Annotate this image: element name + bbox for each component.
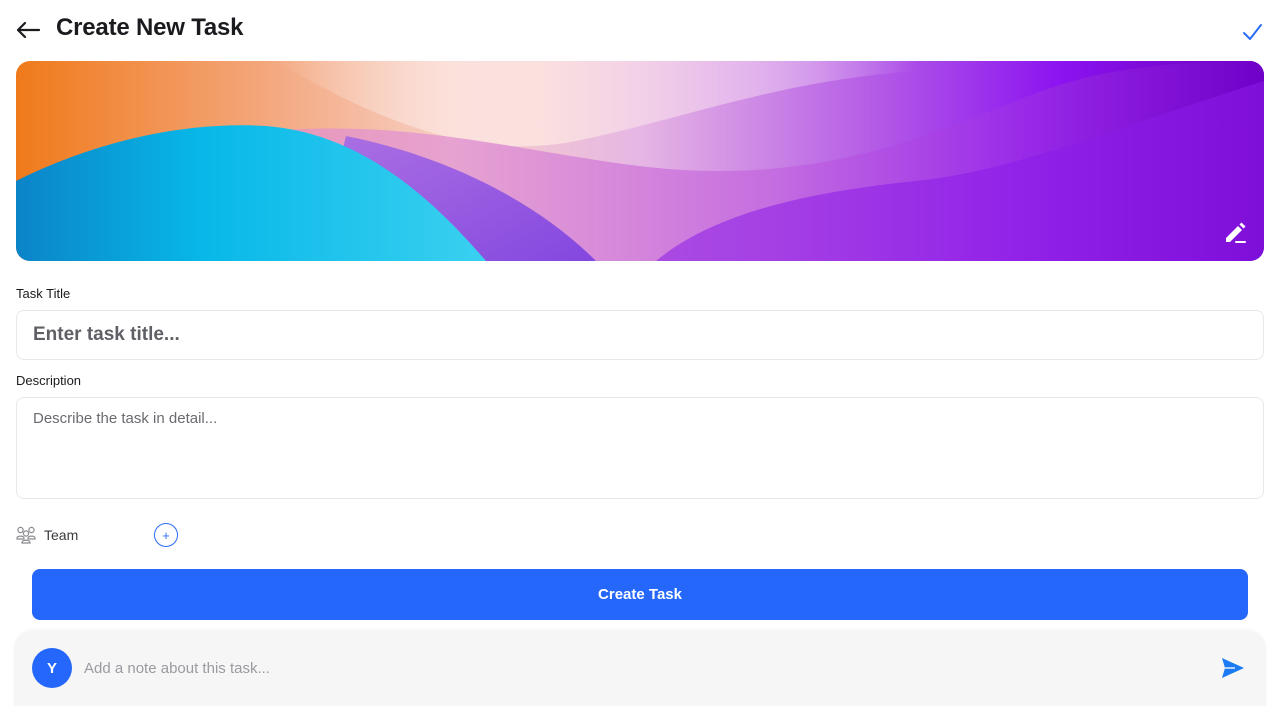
send-icon [1222, 658, 1244, 678]
arrow-left-icon [16, 21, 41, 39]
cover-gradient-artwork [16, 61, 1264, 261]
team-label: Team [44, 527, 79, 543]
task-title-label: Task Title [16, 286, 71, 301]
back-button[interactable] [14, 18, 42, 42]
note-input[interactable] [82, 650, 1202, 686]
avatar: Y [32, 648, 72, 688]
create-task-button[interactable]: Create Task [32, 569, 1248, 620]
page-title: Create New Task [56, 14, 244, 41]
add-team-member-button[interactable]: + [154, 523, 178, 547]
send-button[interactable] [1220, 656, 1246, 680]
plus-icon: + [162, 527, 170, 543]
description-label: Description [16, 373, 82, 388]
pencil-icon [1226, 222, 1246, 243]
team-row: Team + [16, 522, 216, 548]
team-icon [16, 526, 36, 544]
edit-cover-button[interactable] [1220, 217, 1250, 247]
page-header: Create New Task [0, 0, 1280, 60]
description-textarea[interactable] [16, 397, 1264, 499]
note-composer: Y [14, 630, 1266, 706]
check-icon [1243, 24, 1262, 40]
cover-image [16, 61, 1264, 261]
task-title-input[interactable] [16, 310, 1264, 360]
confirm-button[interactable] [1240, 20, 1264, 44]
